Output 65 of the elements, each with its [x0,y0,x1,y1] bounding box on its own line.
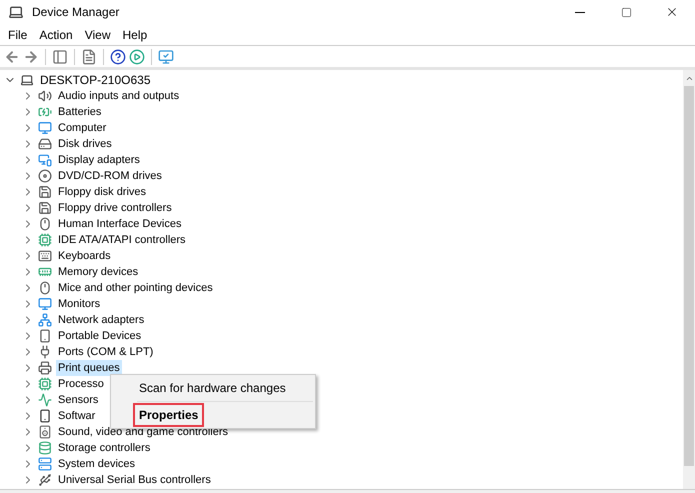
device-icon [38,409,52,423]
menu-item[interactable]: File [2,26,34,44]
help-icon[interactable] [110,48,126,64]
tree-item[interactable]: System devices [56,456,138,472]
tree-item[interactable]: Human Interface Devices [56,216,184,232]
tree-item[interactable]: Disk drives [56,136,114,152]
tree-item[interactable]: DVD/CD-ROM drives [56,168,164,184]
window-title: Device Manager [32,4,120,21]
tree-item[interactable]: Audio inputs and outputs [56,88,182,104]
app-icon [8,4,24,20]
tree-item[interactable]: Batteries [56,104,104,120]
menu-item[interactable]: View [78,26,116,44]
tree-item[interactable]: Portable Devices [56,328,144,344]
display-icon [38,153,52,167]
tree-item[interactable]: Softwar [56,408,98,424]
menu-item[interactable]: Action [33,26,79,44]
tree-item[interactable]: Processo [56,376,106,392]
forward-icon[interactable] [23,48,39,64]
sensor-icon [38,393,52,407]
tree-item[interactable]: Ports (COM & LPT) [56,344,156,360]
tree-item[interactable]: DESKTOP-210O635 [4,72,683,88]
controller-icon [38,233,52,247]
tree-item[interactable]: Storage controllers [56,440,152,456]
tree-item[interactable]: Network adapters [56,312,146,328]
menu-option[interactable]: Scan for hardware changes [133,376,292,400]
tree-item[interactable]: Floppy disk drives [56,184,148,200]
scrollbar[interactable] [683,70,695,489]
port-icon [38,345,52,359]
storage-icon [38,441,52,455]
printer-icon [38,361,52,375]
memory-icon [38,265,52,279]
monitor-icon [38,297,52,311]
network-icon [38,313,52,327]
properties-icon[interactable] [81,48,97,64]
tree-item[interactable]: Floppy drive controllers [56,200,174,216]
mouse-icon [38,281,52,295]
speaker-icon [38,89,52,103]
menu-item[interactable]: Help [116,26,154,44]
floppy-icon [38,201,52,215]
keyboard-icon [38,249,52,263]
tree-toggle-icon[interactable] [52,48,68,64]
tree-item[interactable]: Keyboards [56,248,113,264]
usb-icon [38,473,52,487]
floppy-icon [38,185,52,199]
speaker-icon [38,425,52,439]
back-icon[interactable] [4,48,20,64]
tree-item[interactable]: Mice and other pointing devices [56,280,215,296]
tree-item[interactable]: Memory devices [56,264,140,280]
tree-item[interactable]: Sensors [56,392,100,408]
menu-option[interactable]: Properties [133,403,204,427]
chip-icon [38,377,52,391]
monitor-icon [38,121,52,135]
maximize-icon [620,6,632,18]
battery-icon [38,105,52,119]
monitor-scan-icon[interactable] [158,48,174,64]
tree-item[interactable]: Universal Serial Bus controllers [56,472,213,488]
tree-item[interactable]: Print queues [56,360,122,376]
scroll-up-icon[interactable] [684,74,694,83]
drive-icon [38,137,52,151]
disc-icon [38,169,52,183]
tree-item[interactable]: Display adapters [56,152,142,168]
tree-item[interactable]: Monitors [56,296,102,312]
tree-item[interactable]: Computer [56,120,108,136]
tree-item[interactable]: IDE ATA/ATAPI controllers [56,232,188,248]
device-icon [38,329,52,343]
